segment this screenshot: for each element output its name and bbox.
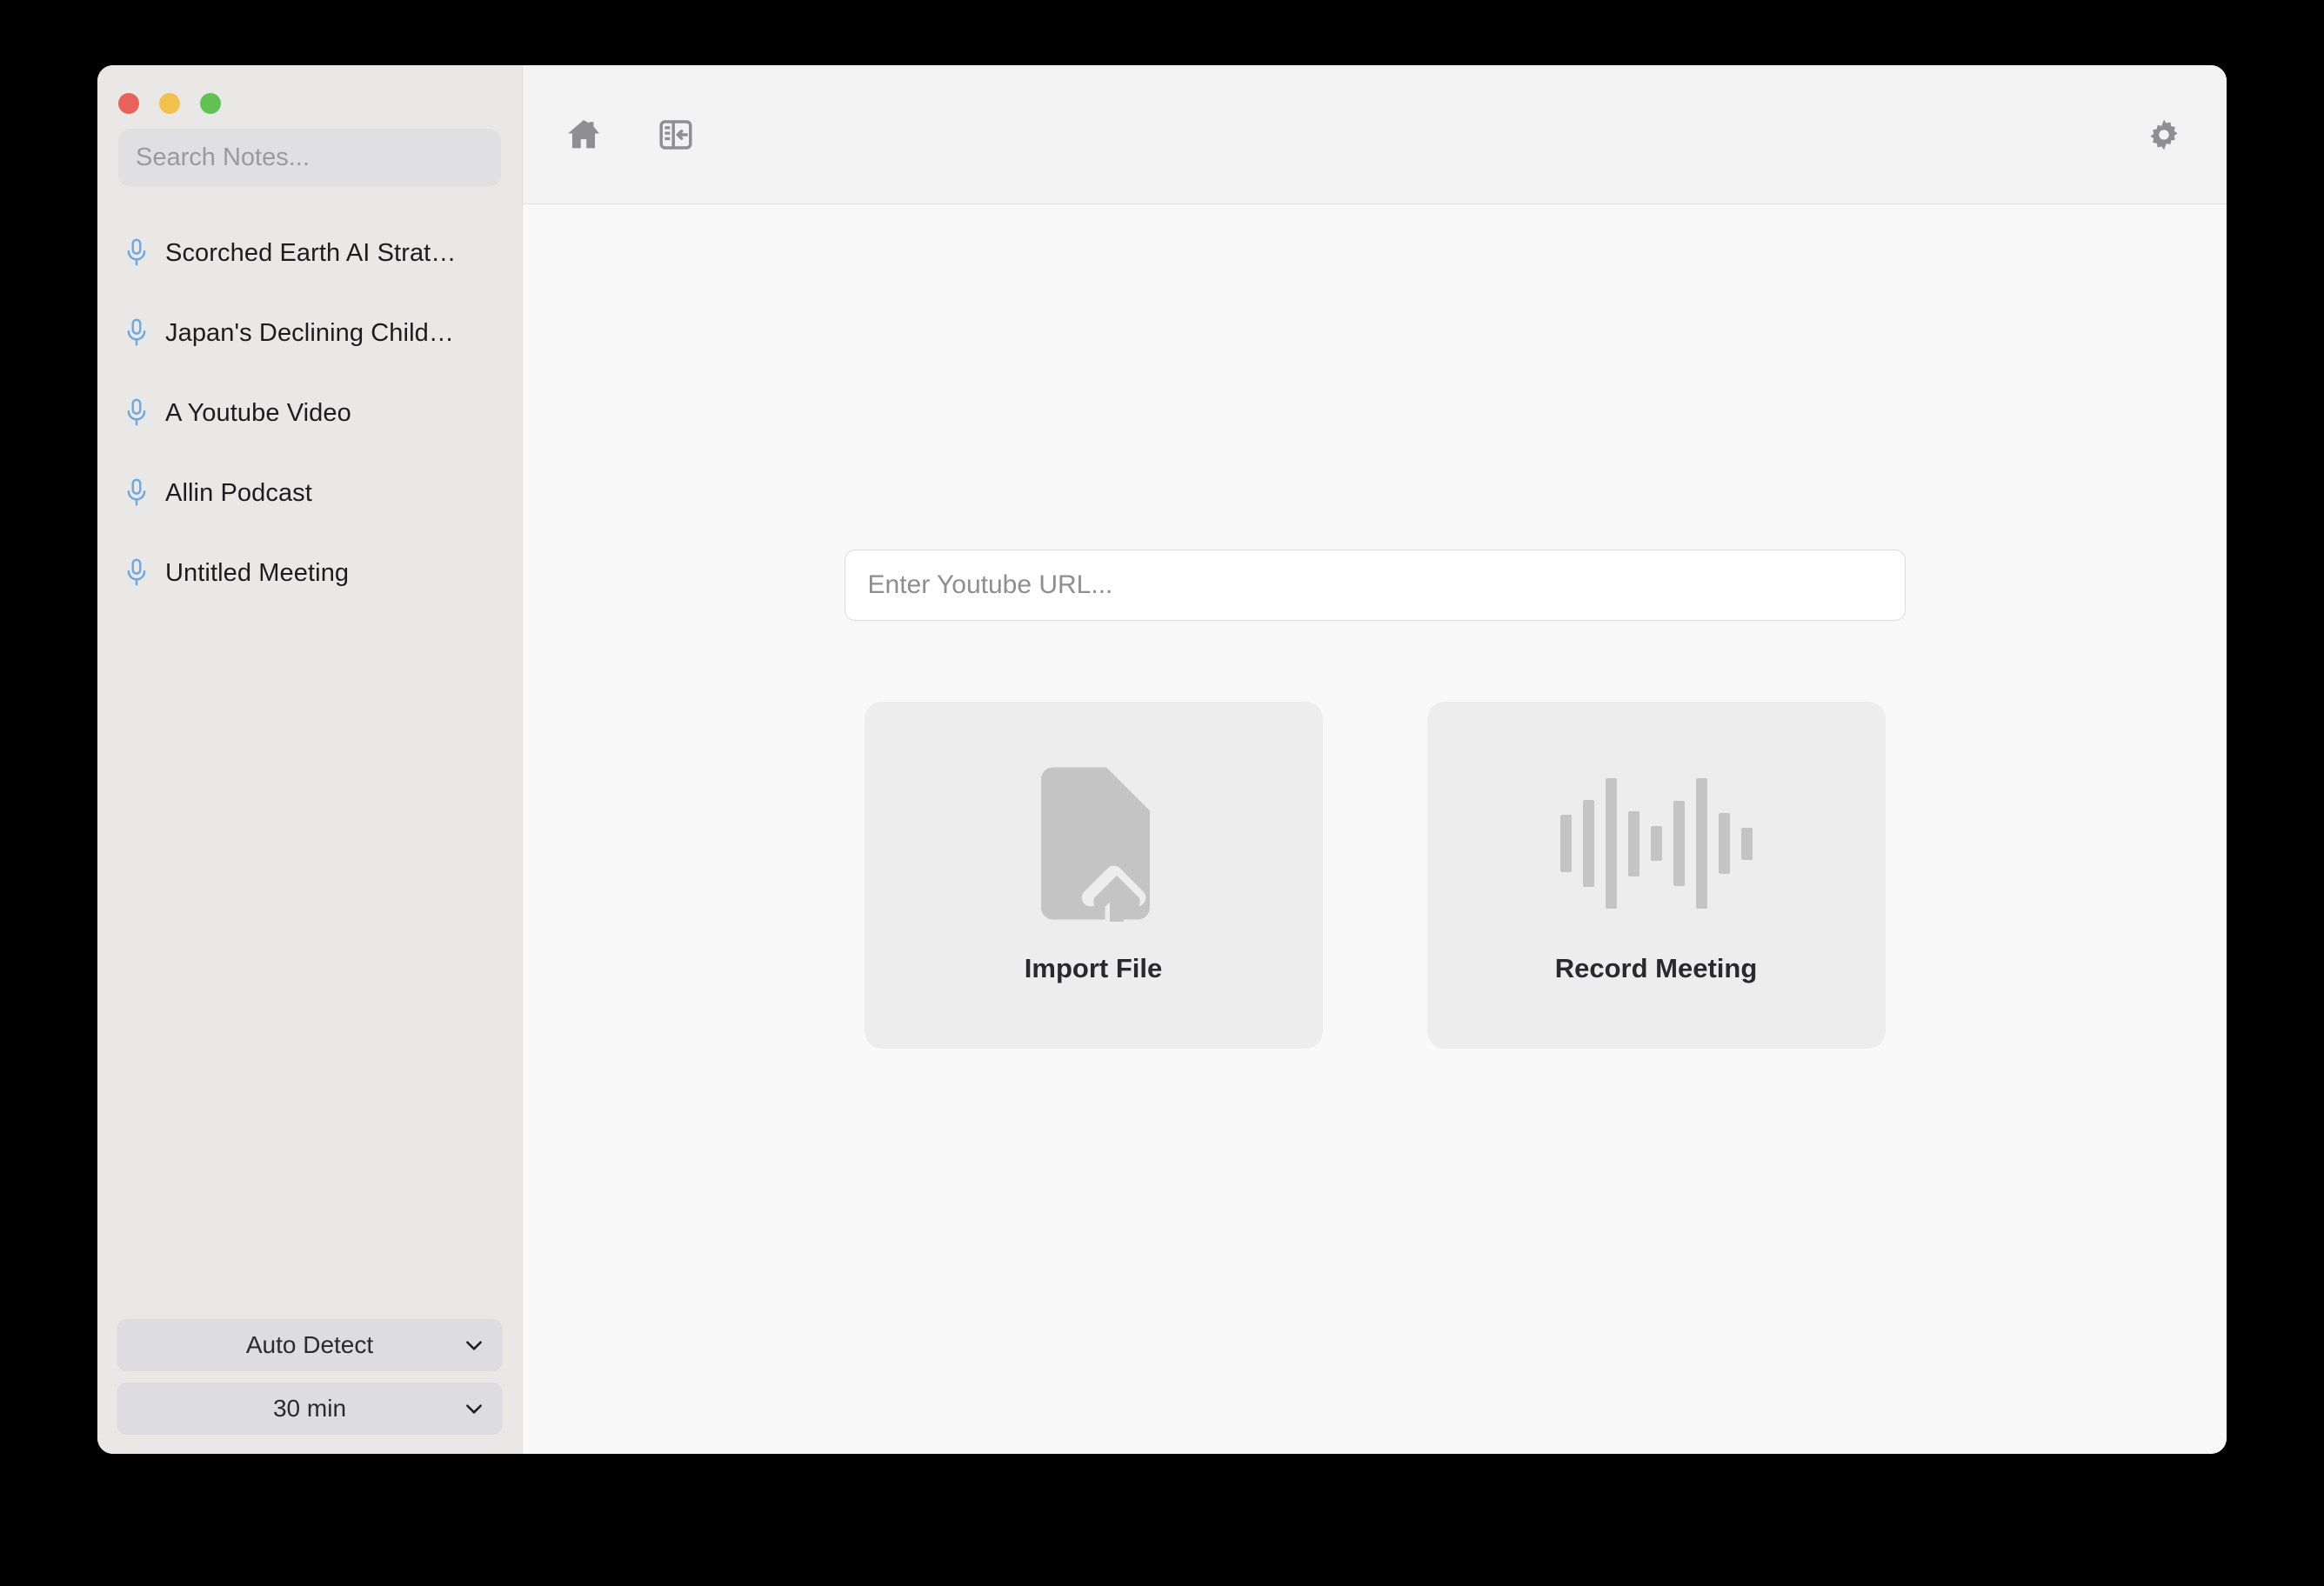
microphone-icon: [124, 318, 150, 348]
waveform-bar: [1627, 810, 1639, 876]
microphone-icon: [124, 238, 150, 268]
app-window: Scorched Earth AI Strat… Japan's Declini…: [97, 65, 2227, 1454]
home-icon: [564, 115, 604, 155]
duration-dropdown[interactable]: 30 min: [117, 1383, 503, 1435]
waveform-bar: [1740, 827, 1753, 860]
microphone-icon: [124, 478, 150, 508]
search-input[interactable]: [118, 129, 501, 187]
language-dropdown[interactable]: Auto Detect: [117, 1319, 503, 1371]
toolbar-left-group: [561, 112, 698, 157]
youtube-url-input[interactable]: [844, 549, 1906, 621]
waveform-bar: [1559, 815, 1572, 872]
microphone-icon: [124, 558, 150, 588]
waveform-bar: [1582, 800, 1594, 887]
audio-waveform-icon: [1559, 765, 1753, 922]
sidebar-toggle-button[interactable]: [653, 112, 698, 157]
record-meeting-label: Record Meeting: [1554, 953, 1758, 983]
waveform-bars: [1559, 765, 1753, 922]
note-title: Japan's Declining Child…: [165, 318, 454, 347]
note-list-item[interactable]: Untitled Meeting: [113, 533, 506, 613]
file-upload-icon: [1024, 765, 1163, 922]
main-area: Import File: [523, 65, 2227, 1454]
action-cards: Import File Record Meeting: [864, 701, 1886, 1049]
note-list-item[interactable]: Scorched Earth AI Strat…: [113, 213, 506, 293]
note-title: Scorched Earth AI Strat…: [165, 238, 457, 267]
sidebar-footer: Auto Detect 30 min: [97, 1319, 522, 1454]
note-list-item[interactable]: A Youtube Video: [113, 373, 506, 453]
note-title: Untitled Meeting: [165, 558, 350, 587]
import-file-label: Import File: [1024, 953, 1163, 983]
zoom-button[interactable]: [200, 93, 221, 114]
import-file-card[interactable]: Import File: [864, 701, 1323, 1049]
waveform-bar: [1673, 801, 1685, 886]
note-title: A Youtube Video: [165, 398, 351, 427]
note-list-item[interactable]: Japan's Declining Child…: [113, 293, 506, 373]
window-controls: [97, 65, 522, 119]
settings-button[interactable]: [2141, 112, 2187, 157]
home-button[interactable]: [561, 112, 606, 157]
chevron-down-icon: [463, 1334, 485, 1356]
record-meeting-card[interactable]: Record Meeting: [1426, 701, 1886, 1049]
home-content: Import File: [523, 204, 2227, 1454]
language-dropdown-label: Auto Detect: [245, 1331, 374, 1358]
note-list-item[interactable]: Allin Podcast: [113, 453, 506, 533]
close-button[interactable]: [118, 93, 139, 114]
duration-dropdown-label: 30 min: [272, 1395, 347, 1422]
microphone-icon: [124, 398, 150, 428]
waveform-bar: [1605, 778, 1617, 909]
search-container: [97, 119, 522, 187]
sidebar: Scorched Earth AI Strat… Japan's Declini…: [97, 65, 523, 1454]
toolbar: [523, 65, 2227, 204]
notes-list: Scorched Earth AI Strat… Japan's Declini…: [97, 213, 522, 1319]
waveform-bar: [1695, 778, 1707, 909]
note-title: Allin Podcast: [165, 478, 312, 507]
minimize-button[interactable]: [159, 93, 180, 114]
panel-collapse-icon: [658, 117, 694, 153]
waveform-bar: [1718, 813, 1730, 874]
gear-icon: [2145, 116, 2183, 154]
waveform-bar: [1650, 826, 1662, 861]
chevron-down-icon: [463, 1397, 485, 1420]
